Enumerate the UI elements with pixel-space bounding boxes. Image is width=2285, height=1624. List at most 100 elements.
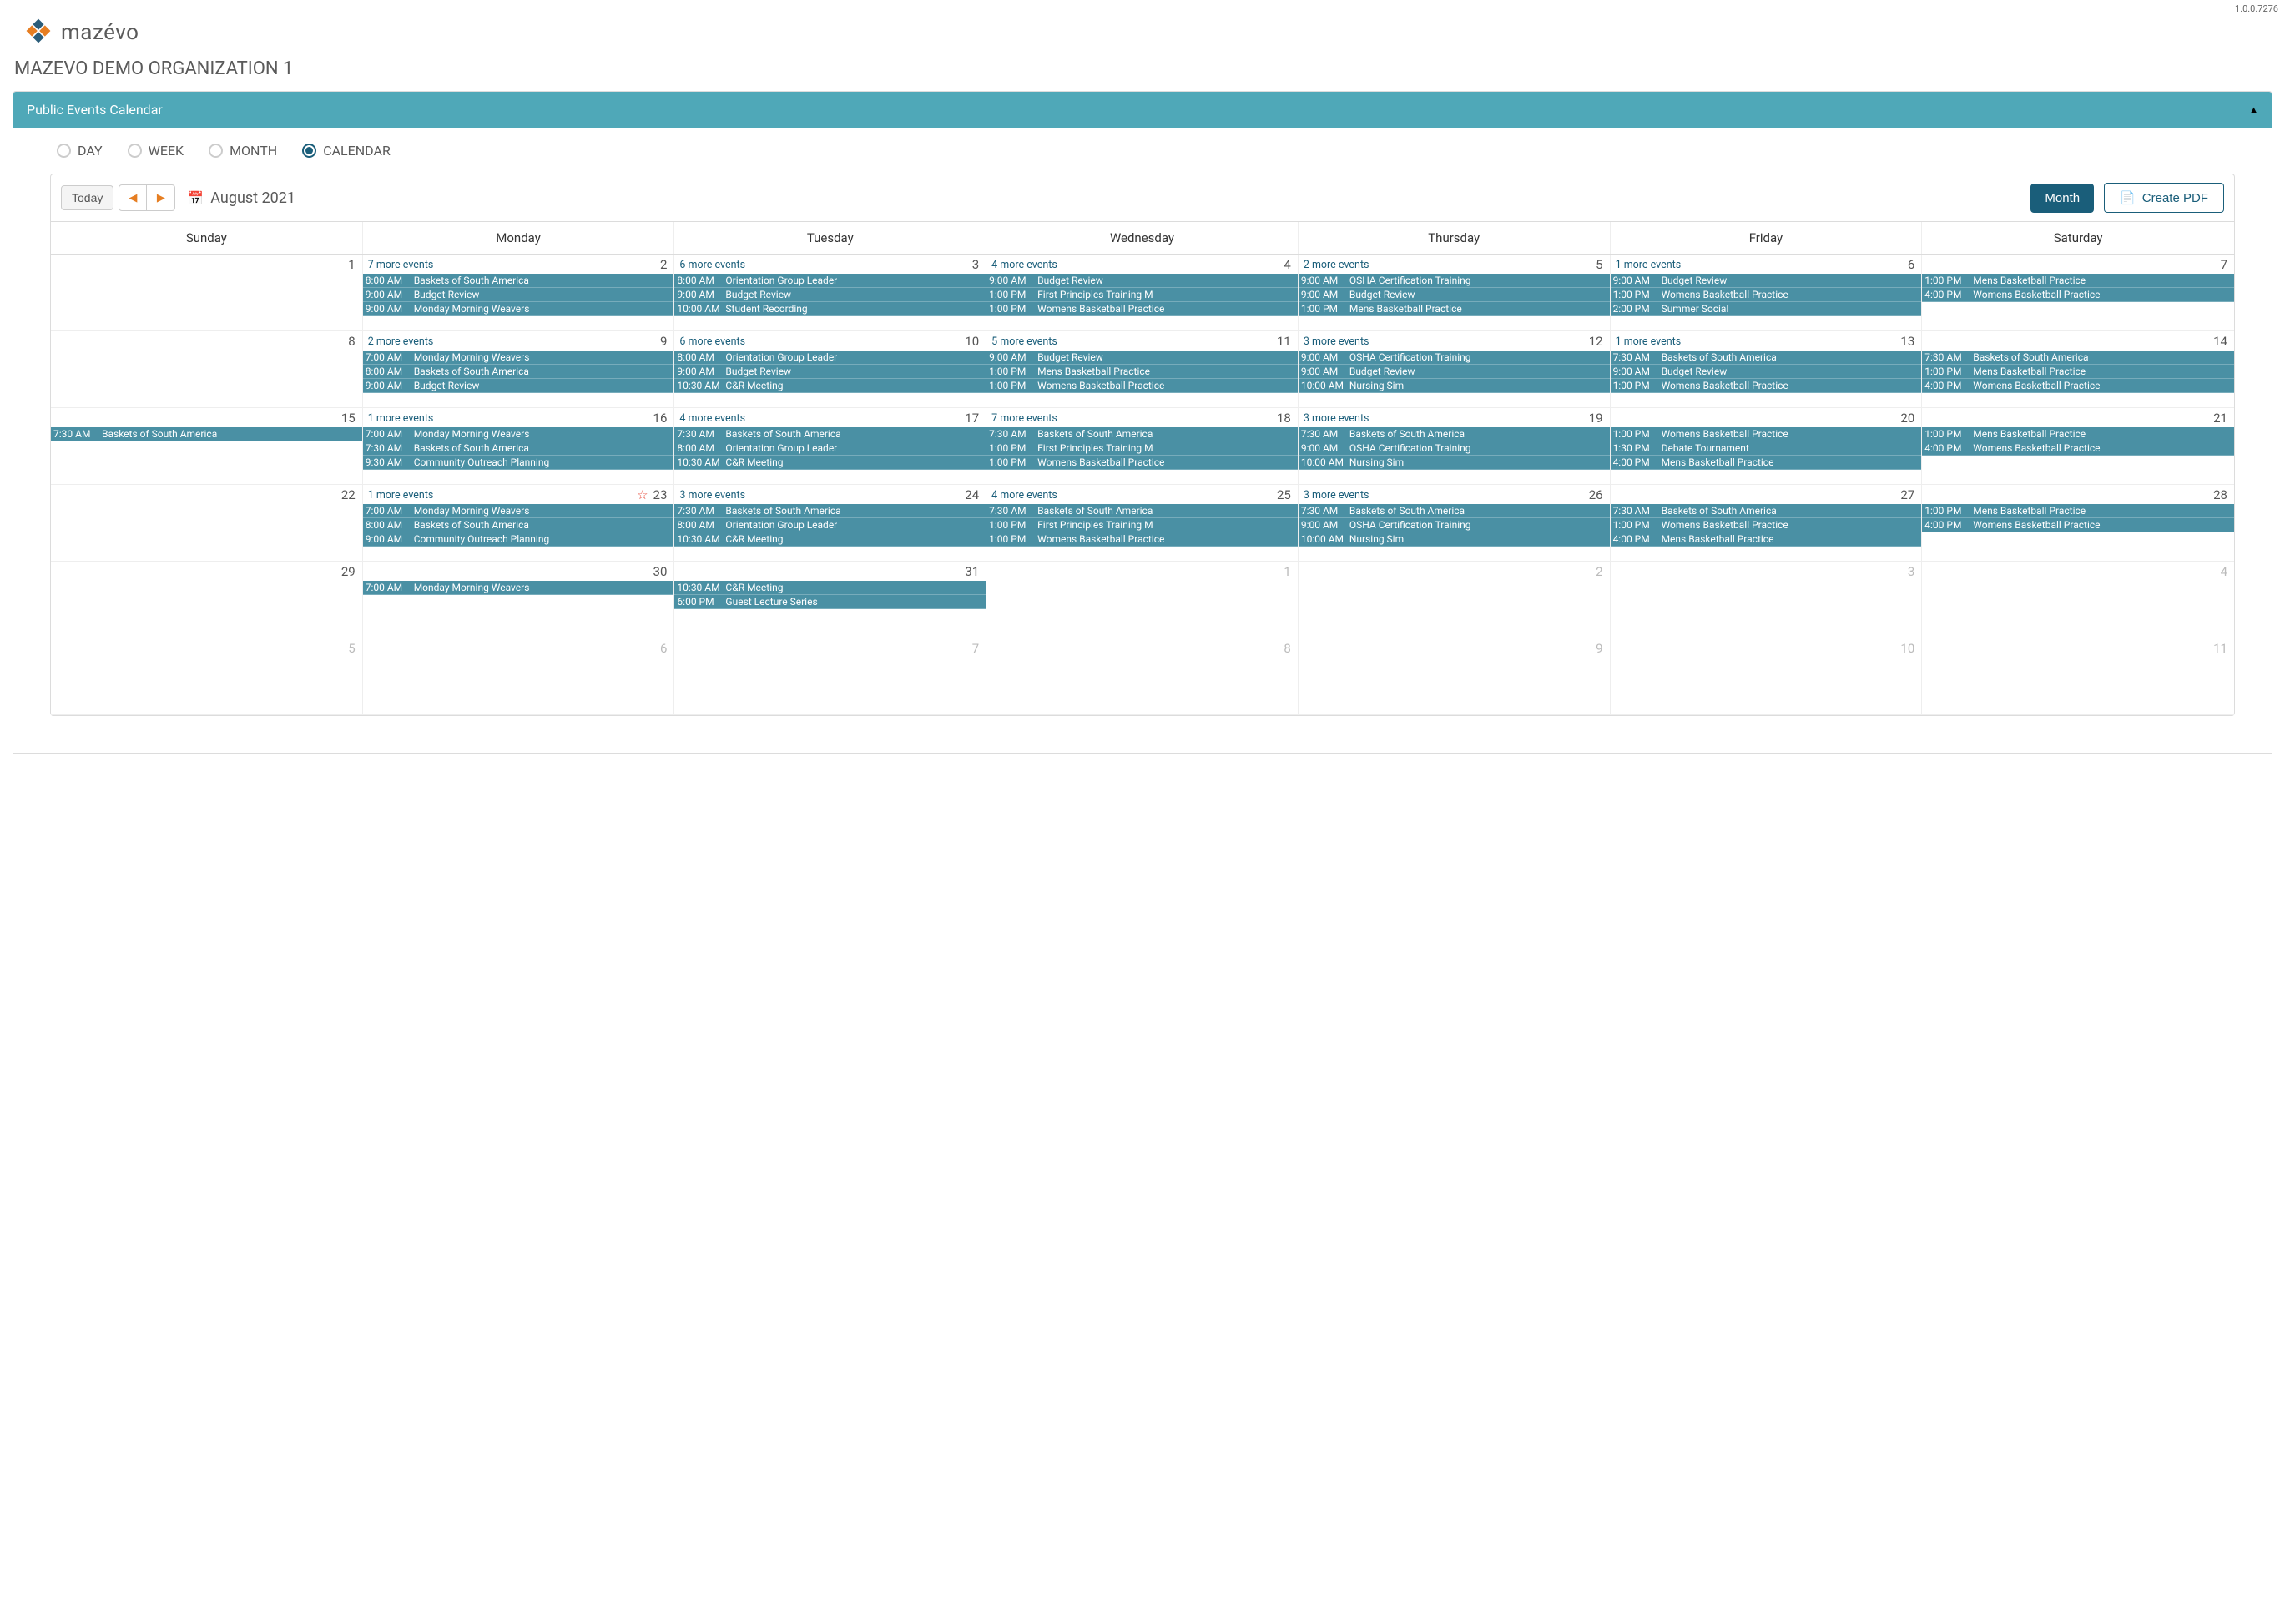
calendar-event[interactable]: 7:30 AMBaskets of South America [1922,351,2234,365]
collapse-icon[interactable]: ▲ [2249,104,2258,115]
calendar-cell[interactable]: 3 more events247:30 AMBaskets of South A… [674,485,986,562]
today-button[interactable]: Today [61,185,113,210]
calendar-cell[interactable]: 2 more events97:00 AMMonday Morning Weav… [363,331,675,408]
calendar-cell[interactable]: 3 more events267:30 AMBaskets of South A… [1299,485,1611,562]
calendar-cell[interactable]: 8 [986,638,1299,715]
more-events-link[interactable]: 3 more events [1304,412,1369,425]
calendar-cell[interactable]: 6 more events38:00 AMOrientation Group L… [674,255,986,331]
more-events-link[interactable]: 2 more events [1304,259,1369,271]
calendar-event[interactable]: 10:30 AMC&R Meeting [674,532,986,547]
next-month-button[interactable]: ▶ [147,184,175,211]
calendar-cell[interactable]: 11 [1922,638,2234,715]
calendar-event[interactable]: 1:00 PMFirst Principles Training M [986,288,1298,302]
month-picker[interactable]: 📅 August 2021 [187,189,295,207]
calendar-cell[interactable]: 22 [51,485,363,562]
calendar-cell[interactable]: 29 [51,562,363,638]
calendar-event[interactable]: 4:00 PMWomens Basketball Practice [1922,441,2234,456]
more-events-link[interactable]: 4 more events [991,259,1057,271]
more-events-link[interactable]: 7 more events [368,259,434,271]
more-events-link[interactable]: 1 more events [368,489,434,502]
calendar-event[interactable]: 7:00 AMMonday Morning Weavers [363,581,674,595]
calendar-event[interactable]: 8:00 AMOrientation Group Leader [674,351,986,365]
calendar-cell[interactable]: 7 more events187:30 AMBaskets of South A… [986,408,1299,485]
calendar-cell[interactable]: 7 more events28:00 AMBaskets of South Am… [363,255,675,331]
calendar-cell[interactable]: 157:30 AMBaskets of South America [51,408,363,485]
calendar-event[interactable]: 10:00 AMNursing Sim [1299,456,1610,470]
calendar-event[interactable]: 9:00 AMMonday Morning Weavers [363,302,674,316]
calendar-event[interactable]: 1:00 PMWomens Basketball Practice [986,456,1298,470]
calendar-event[interactable]: 4:00 PMWomens Basketball Practice [1922,288,2234,302]
view-tab-month[interactable]: MONTH [209,143,277,159]
calendar-event[interactable]: 9:00 AMBudget Review [363,288,674,302]
calendar-event[interactable]: 9:00 AMBudget Review [674,288,986,302]
calendar-event[interactable]: 10:30 AMC&R Meeting [674,581,986,595]
calendar-cell[interactable]: 1 [51,255,363,331]
calendar-event[interactable]: 10:30 AMC&R Meeting [674,456,986,470]
calendar-cell[interactable]: 1 more events137:30 AMBaskets of South A… [1611,331,1923,408]
calendar-event[interactable]: 7:30 AMBaskets of South America [674,427,986,441]
calendar-cell[interactable]: 3 more events197:30 AMBaskets of South A… [1299,408,1611,485]
calendar-event[interactable]: 7:00 AMMonday Morning Weavers [363,351,674,365]
more-events-link[interactable]: 1 more events [1616,335,1682,348]
calendar-event[interactable]: 8:00 AMOrientation Group Leader [674,274,986,288]
calendar-event[interactable]: 1:00 PMMens Basketball Practice [1922,427,2234,441]
more-events-link[interactable]: 1 more events [1616,259,1682,271]
more-events-link[interactable]: 3 more events [1304,335,1369,348]
calendar-event[interactable]: 7:30 AMBaskets of South America [1299,504,1610,518]
calendar-cell[interactable]: 307:00 AMMonday Morning Weavers [363,562,675,638]
view-tab-day[interactable]: DAY [57,143,103,159]
panel-header[interactable]: Public Events Calendar ▲ [13,92,2272,128]
calendar-event[interactable]: 10:00 AMNursing Sim [1299,379,1610,393]
calendar-cell[interactable]: 1 more events167:00 AMMonday Morning Wea… [363,408,675,485]
calendar-cell[interactable]: 6 [363,638,675,715]
calendar-event[interactable]: 9:00 AMBudget Review [986,274,1298,288]
view-mode-button[interactable]: Month [2030,184,2094,213]
calendar-event[interactable]: 1:00 PMWomens Basketball Practice [986,302,1298,316]
more-events-link[interactable]: 3 more events [679,489,745,502]
calendar-event[interactable]: 9:00 AMCommunity Outreach Planning [363,532,674,547]
calendar-event[interactable]: 9:00 AMOSHA Certification Training [1299,274,1610,288]
calendar-event[interactable]: 4:00 PMMens Basketball Practice [1611,532,1922,547]
more-events-link[interactable]: 1 more events [368,412,434,425]
calendar-cell[interactable]: 277:30 AMBaskets of South America1:00 PM… [1611,485,1923,562]
calendar-event[interactable]: 9:00 AMOSHA Certification Training [1299,351,1610,365]
calendar-cell[interactable]: 1 more events69:00 AMBudget Review1:00 P… [1611,255,1923,331]
calendar-event[interactable]: 9:00 AMBudget Review [1299,365,1610,379]
calendar-cell[interactable]: 7 [674,638,986,715]
view-tab-week[interactable]: WEEK [128,143,184,159]
more-events-link[interactable]: 6 more events [679,259,745,271]
calendar-event[interactable]: 1:00 PMMens Basketball Practice [1922,365,2234,379]
calendar-event[interactable]: 1:00 PMWomens Basketball Practice [1611,518,1922,532]
calendar-cell[interactable]: 4 more events177:30 AMBaskets of South A… [674,408,986,485]
calendar-cell[interactable]: 3110:30 AMC&R Meeting6:00 PMGuest Lectur… [674,562,986,638]
calendar-event[interactable]: 8:00 AMBaskets of South America [363,274,674,288]
calendar-event[interactable]: 7:30 AMBaskets of South America [363,441,674,456]
calendar-event[interactable]: 7:30 AMBaskets of South America [51,427,362,441]
more-events-link[interactable]: 3 more events [1304,489,1369,502]
calendar-cell[interactable]: 10 [1611,638,1923,715]
more-events-link[interactable]: 5 more events [991,335,1057,348]
calendar-event[interactable]: 10:00 AMStudent Recording [674,302,986,316]
calendar-event[interactable]: 9:00 AMBudget Review [1299,288,1610,302]
calendar-event[interactable]: 9:00 AMBudget Review [674,365,986,379]
calendar-event[interactable]: 7:00 AMMonday Morning Weavers [363,427,674,441]
calendar-event[interactable]: 4:00 PMWomens Basketball Practice [1922,518,2234,532]
calendar-event[interactable]: 1:30 PMDebate Tournament [1611,441,1922,456]
calendar-event[interactable]: 7:30 AMBaskets of South America [1611,351,1922,365]
more-events-link[interactable]: 7 more events [991,412,1057,425]
more-events-link[interactable]: 2 more events [368,335,434,348]
calendar-event[interactable]: 9:00 AMBudget Review [1611,274,1922,288]
more-events-link[interactable]: 4 more events [991,489,1057,502]
calendar-event[interactable]: 1:00 PMMens Basketball Practice [1922,274,2234,288]
calendar-event[interactable]: 1:00 PMWomens Basketball Practice [1611,379,1922,393]
calendar-cell[interactable]: 2 more events59:00 AMOSHA Certification … [1299,255,1611,331]
calendar-event[interactable]: 1:00 PMMens Basketball Practice [1922,504,2234,518]
calendar-event[interactable]: 7:00 AMMonday Morning Weavers [363,504,674,518]
calendar-cell[interactable]: 201:00 PMWomens Basketball Practice1:30 … [1611,408,1923,485]
calendar-event[interactable]: 2:00 PMSummer Social [1611,302,1922,316]
calendar-event[interactable]: 1:00 PMWomens Basketball Practice [1611,288,1922,302]
calendar-event[interactable]: 4:00 PMMens Basketball Practice [1611,456,1922,470]
calendar-event[interactable]: 1:00 PMMens Basketball Practice [986,365,1298,379]
calendar-event[interactable]: 7:30 AMBaskets of South America [1299,427,1610,441]
calendar-event[interactable]: 6:00 PMGuest Lecture Series [674,595,986,609]
